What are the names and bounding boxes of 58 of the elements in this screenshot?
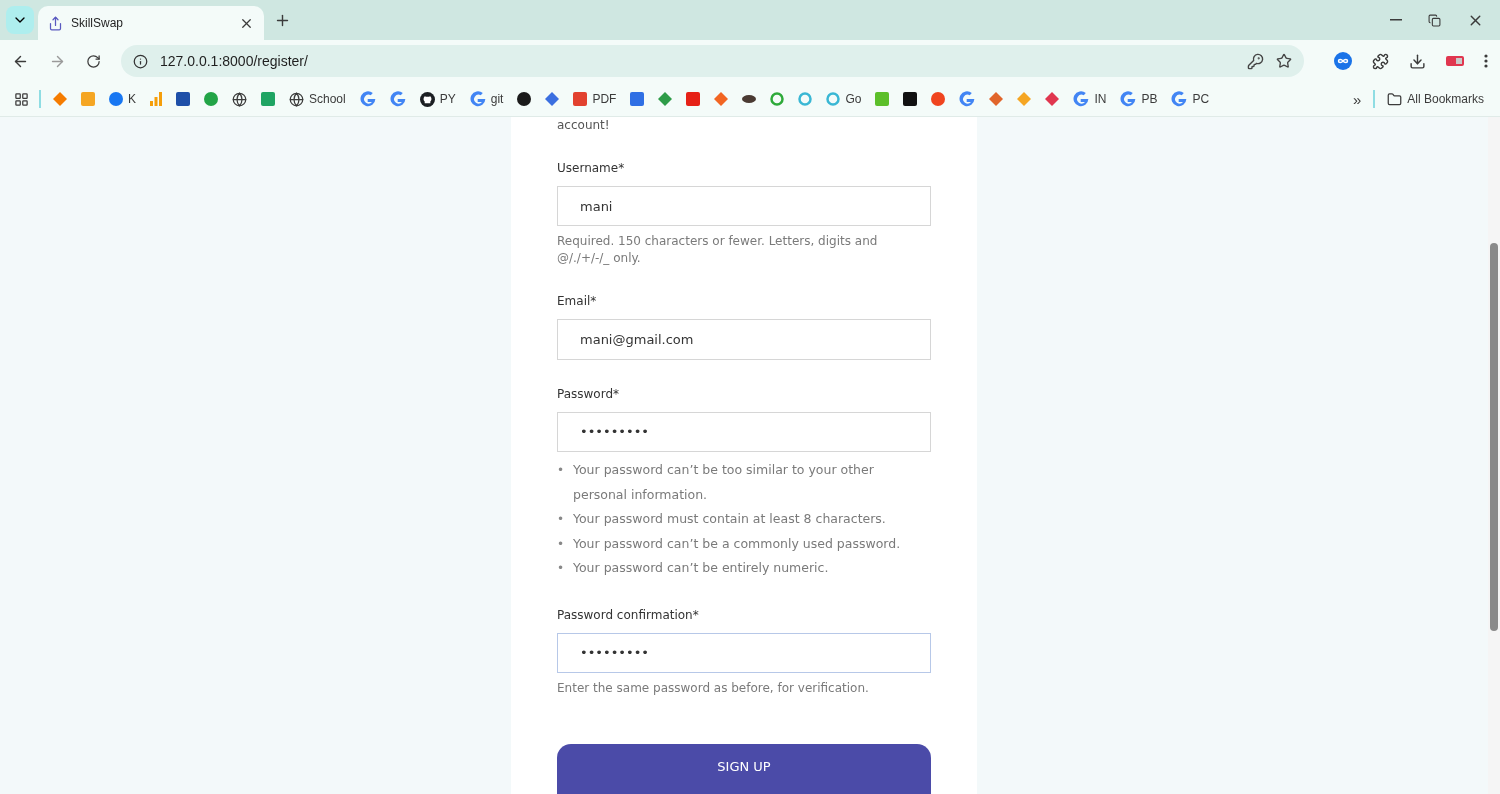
bullet: • (557, 462, 565, 480)
intro-text: account! (557, 117, 611, 133)
bookmark-item[interactable]: Go (824, 92, 864, 106)
help-text: Enter the same password as before, for verification. (557, 680, 870, 697)
all-bookmarks-label: All Bookmarks (1407, 92, 1484, 106)
bookmark-star-icon[interactable] (1276, 53, 1292, 69)
restore-icon (1428, 13, 1441, 27)
menu-icon (1484, 54, 1488, 68)
bookmark-item[interactable]: K (107, 92, 138, 106)
grid-icon (14, 91, 29, 107)
download-button[interactable] (1409, 52, 1426, 70)
bookmark-item[interactable]: PC (1169, 91, 1212, 107)
input-field[interactable]: mani@gmail.com (557, 319, 931, 360)
reload-icon (86, 53, 101, 69)
field-label: Password confirmation* (557, 607, 700, 622)
tab-menu-button[interactable] (6, 6, 34, 34)
all-bookmarks-button[interactable]: All Bookmarks (1385, 91, 1486, 107)
restore-button[interactable] (1428, 11, 1441, 29)
help-text: Required. 150 characters or fewer. Letters, digits and @/./+/-/_ only. (557, 233, 879, 268)
extension-icon[interactable] (1334, 52, 1352, 70)
bullet: • (557, 535, 565, 553)
bookmark-item[interactable]: PDF (571, 92, 619, 106)
share-icon (48, 15, 63, 31)
bullet: • (557, 511, 565, 529)
password-rule: Your password must contain at least 8 characters. (573, 510, 887, 529)
field-label: Email* (557, 294, 598, 309)
browser-tab[interactable]: SkillSwap (38, 6, 264, 40)
download-icon (1409, 52, 1426, 70)
extension-icon[interactable] (1446, 56, 1464, 66)
more-bookmarks-button[interactable]: » (1350, 90, 1364, 108)
bookmark-item[interactable]: git (467, 91, 506, 107)
info-icon (133, 53, 148, 69)
minimize-icon (1390, 19, 1402, 21)
input-field[interactable]: ••••••••• (557, 411, 931, 453)
reload-button[interactable] (86, 53, 101, 69)
puzzle-icon (1372, 52, 1389, 70)
bookmark-item[interactable]: PY (417, 91, 458, 107)
bullet: • (557, 560, 565, 578)
password-rule: Your password can’t be too similar to your other personal information. (573, 461, 875, 504)
address-bar[interactable]: 127.0.0.1:8000/register/ (121, 45, 1304, 77)
field-label: Username* (557, 161, 626, 175)
input-field[interactable]: ••••••••• (557, 632, 931, 673)
apps-button[interactable] (14, 91, 29, 107)
bookmark-item[interactable]: IN (1071, 91, 1109, 107)
url-text: 127.0.0.1:8000/register/ (160, 53, 309, 69)
sign-up-button[interactable]: SIGN UP (557, 744, 931, 794)
bookmark-item[interactable]: School (287, 91, 348, 107)
folder-icon (1387, 91, 1403, 107)
bookmark-item[interactable]: PB (1118, 91, 1160, 107)
key-icon[interactable] (1247, 52, 1264, 70)
input-field[interactable]: mani (557, 186, 931, 227)
password-rule: Your password can’t be entirely numeric. (573, 559, 830, 578)
scrollbar[interactable] (1488, 117, 1500, 794)
password-rule: Your password can’t be a commonly used password. (573, 534, 902, 553)
extensions-button[interactable] (1372, 52, 1389, 70)
menu-button[interactable] (1484, 54, 1488, 68)
tab-title: SkillSwap (71, 16, 125, 30)
field-label: Password* (557, 386, 621, 401)
